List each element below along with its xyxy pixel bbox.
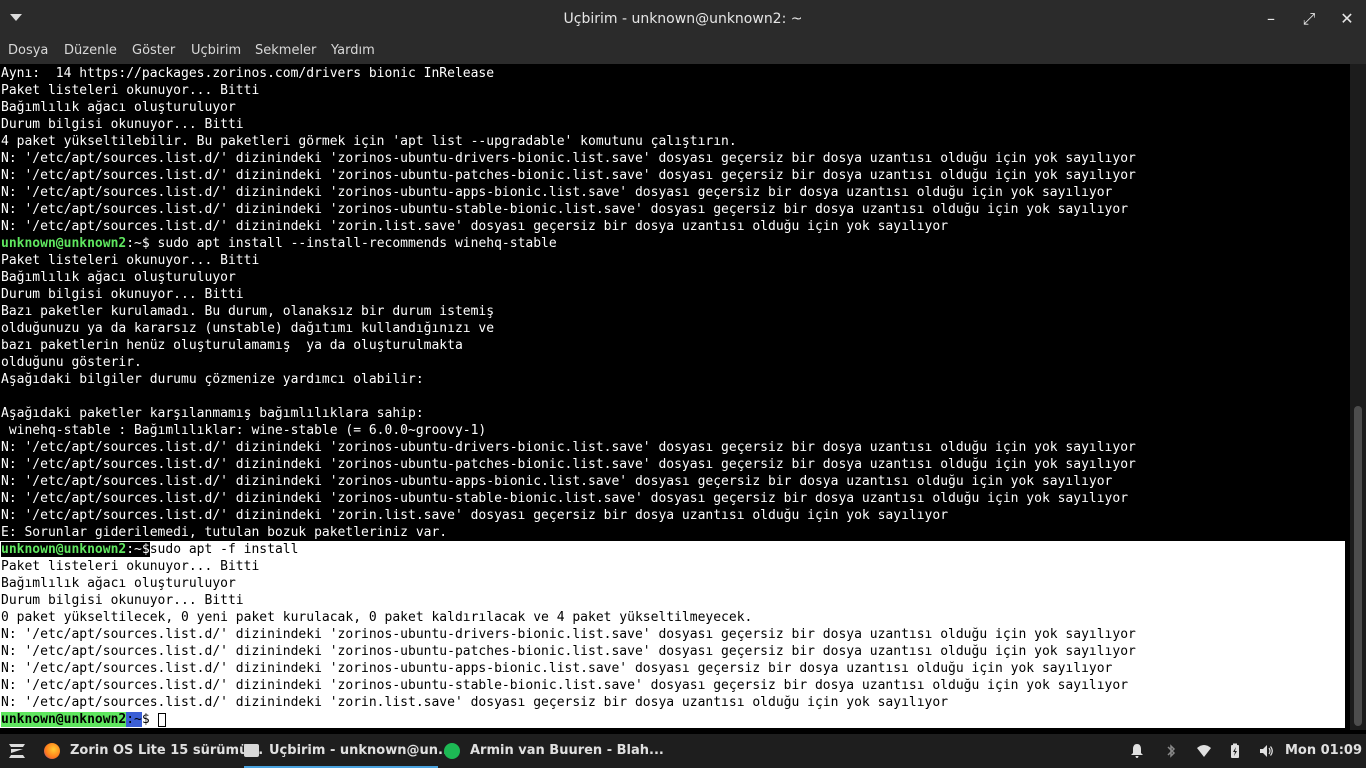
prompt-symbol: $ (141, 542, 150, 557)
prompt-user: unknown@unknown2 (1, 712, 127, 727)
terminal-line: Paket listeleri okunuyor... Bitti (1, 83, 260, 98)
prompt-line-1: unknown@unknown2:~$ sudo apt install --i… (1, 235, 557, 252)
volume-icon[interactable] (1258, 743, 1274, 759)
command-text: sudo apt -f install (149, 542, 299, 557)
terminal-line: N: '/etc/apt/sources.list.d/' dizinindek… (1, 491, 1129, 506)
menu-ucbirim[interactable]: Uçbirim (191, 43, 241, 58)
terminal-line: Aşağıdaki bilgiler durumu çözmenize yard… (1, 372, 424, 387)
terminal-output[interactable]: Aynı: 14 https://packages.zorinos.com/dr… (0, 64, 1350, 730)
task-terminal[interactable]: Uçbirim - unknown@un... (244, 734, 453, 768)
terminal-line: N: '/etc/apt/sources.list.d/' dizinindek… (1, 508, 949, 523)
prompt-path: :~ (126, 542, 142, 557)
command-text: sudo apt install --install-recommends wi… (149, 236, 557, 251)
prompt-line-current[interactable]: unknown@unknown2:~$ (1, 711, 166, 728)
task-firefox[interactable]: Zorin OS Lite 15 sürümü... (44, 734, 263, 768)
terminal-line: Durum bilgisi okunuyor... Bitti (1, 117, 244, 132)
terminal-line: N: '/etc/apt/sources.list.d/' dizinindek… (1, 219, 949, 234)
menu-duzenle[interactable]: Düzenle (64, 43, 117, 58)
terminal-line: Bağımlılık ağacı oluşturuluyor (1, 270, 236, 285)
terminal-line: winehq-stable : Bağımlılıklar: wine-stab… (1, 423, 487, 438)
terminal-line: N: '/etc/apt/sources.list.d/' dizinindek… (1, 151, 1136, 166)
terminal-line: N: '/etc/apt/sources.list.d/' dizinindek… (1, 695, 949, 710)
terminal-line: N: '/etc/apt/sources.list.d/' dizinindek… (1, 457, 1136, 472)
menu-yardim[interactable]: Yardım (331, 43, 375, 58)
terminal-line: Durum bilgisi okunuyor... Bitti (1, 287, 244, 302)
terminal-line: olduğunu gösterir. (1, 355, 142, 370)
task-label: Armin van Buuren - Blah... (470, 743, 664, 758)
terminal-line: N: '/etc/apt/sources.list.d/' dizinindek… (1, 202, 1129, 217)
scrollbar-thumb[interactable] (1354, 406, 1362, 726)
terminal-line: Paket listeleri okunuyor... Bitti (1, 253, 260, 268)
notification-bell-icon[interactable] (1129, 743, 1145, 759)
firefox-icon (44, 742, 60, 759)
text-cursor (157, 712, 166, 727)
prompt-user: unknown@unknown2 (1, 542, 127, 557)
terminal-line: N: '/etc/apt/sources.list.d/' dizinindek… (1, 627, 1136, 642)
close-button[interactable]: ✕ (1337, 9, 1357, 29)
terminal-line: Bağımlılık ağacı oluşturuluyor (1, 100, 236, 115)
task-label: Zorin OS Lite 15 sürümü... (70, 743, 264, 758)
terminal-line: N: '/etc/apt/sources.list.d/' dizinindek… (1, 474, 1113, 489)
terminal-line: Bazı paketler kurulamadı. Bu durum, olan… (1, 304, 495, 319)
minimize-button[interactable]: – (1261, 9, 1281, 29)
terminal-line: N: '/etc/apt/sources.list.d/' dizinindek… (1, 644, 1136, 659)
spotify-icon (444, 742, 460, 759)
terminal-icon (244, 744, 259, 757)
window-titlebar: Uçbirim - unknown@unknown2: ~ – ⤢ ✕ (0, 0, 1366, 38)
terminal-line: N: '/etc/apt/sources.list.d/' dizinindek… (1, 661, 1113, 676)
terminal-line: Bağımlılık ağacı oluşturuluyor (1, 576, 236, 591)
window-title: Uçbirim - unknown@unknown2: ~ (563, 11, 803, 27)
maximize-button[interactable]: ⤢ (1299, 9, 1319, 29)
wifi-icon[interactable] (1196, 743, 1212, 759)
menu-goster[interactable]: Göster (132, 43, 175, 58)
prompt-user: unknown@unknown2 (1, 236, 127, 251)
terminal-line: bazı paketlerin henüz oluşturulamamış ya… (1, 338, 463, 353)
menu-bar: Dosya Düzenle Göster Uçbirim Sekmeler Ya… (0, 38, 1366, 64)
taskbar: Zorin OS Lite 15 sürümü... Uçbirim - unk… (0, 734, 1366, 768)
prompt-path: :~ (126, 236, 142, 251)
task-label: Uçbirim - unknown@un... (269, 743, 453, 758)
prompt-symbol: $ (141, 236, 150, 251)
terminal-line: Aşağıdaki paketler karşılanmamış bağımlı… (1, 406, 424, 421)
terminal-line: Durum bilgisi okunuyor... Bitti (1, 593, 244, 608)
prompt-path: :~ (126, 712, 142, 727)
terminal-line: 0 paket yükseltilecek, 0 yeni paket kuru… (1, 610, 753, 625)
zorin-menu-icon[interactable] (6, 741, 28, 761)
menu-dosya[interactable]: Dosya (8, 43, 48, 58)
prompt-symbol: $ (141, 712, 150, 727)
terminal-line: Aynı: 14 https://packages.zorinos.com/dr… (1, 66, 495, 81)
scrollbar[interactable] (1350, 64, 1366, 730)
task-spotify[interactable]: Armin van Buuren - Blah... (444, 734, 664, 768)
terminal-line: N: '/etc/apt/sources.list.d/' dizinindek… (1, 440, 1136, 455)
terminal-line: Paket listeleri okunuyor... Bitti (1, 559, 260, 574)
battery-icon[interactable] (1227, 743, 1243, 759)
bluetooth-icon[interactable] (1163, 743, 1179, 759)
terminal-line: N: '/etc/apt/sources.list.d/' dizinindek… (1, 168, 1136, 183)
terminal-line: E: Sorunlar giderilemedi, tutulan bozuk … (1, 525, 448, 540)
terminal-line: olduğunuzu ya da kararsız (unstable) dağ… (1, 321, 495, 336)
prompt-line-2: unknown@unknown2:~$sudo apt -f install (1, 541, 298, 558)
menu-sekmeler[interactable]: Sekmeler (255, 43, 316, 58)
terminal-line: N: '/etc/apt/sources.list.d/' dizinindek… (1, 678, 1129, 693)
terminal-line: 4 paket yükseltilebilir. Bu paketleri gö… (1, 134, 737, 149)
clock[interactable]: Mon 01:09 (1285, 734, 1362, 768)
terminal-line: N: '/etc/apt/sources.list.d/' dizinindek… (1, 185, 1113, 200)
